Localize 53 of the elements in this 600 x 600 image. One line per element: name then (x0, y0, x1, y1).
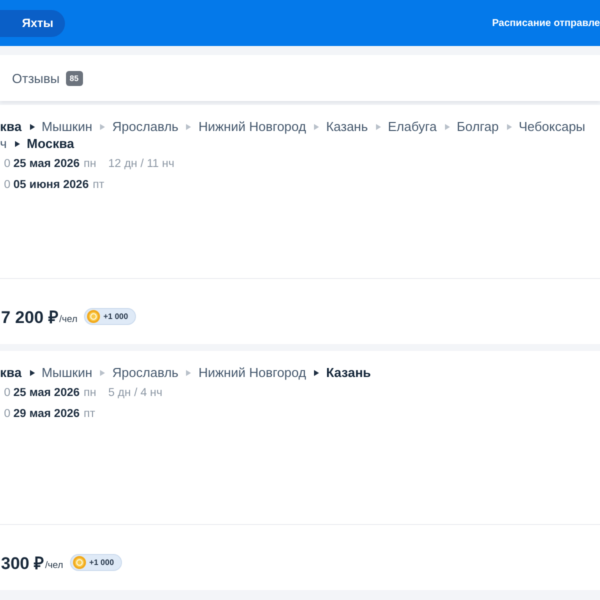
route-stop: ква (0, 119, 22, 134)
reviews-tab[interactable]: Отзывы 85 (0, 70, 83, 86)
weekday-text: пт (84, 408, 96, 420)
price-text: 300 ₽ (1, 553, 44, 574)
duration-text: 12 дн / 11 нч (108, 158, 174, 170)
count-badge: 85 (66, 70, 83, 86)
coin-icon (73, 556, 86, 569)
date-text: 25 мая 2026 (13, 387, 80, 399)
route-stop: Мышкин (42, 119, 92, 134)
bonus-points-text: +1 000 (89, 558, 114, 567)
unit-text: /чел (59, 313, 78, 325)
date-text: 25 мая 2026 (13, 158, 80, 170)
route-stop: Чебоксары (518, 119, 586, 134)
route-stop: Москва (26, 136, 74, 151)
triangle-icon (314, 124, 320, 130)
route-stop: Мышкин (42, 365, 92, 380)
route-stop: ква (0, 365, 22, 380)
route-stop: Ярославль (112, 365, 178, 380)
triangle-icon (376, 124, 381, 130)
duration-text: 5 дн / 4 нч (108, 387, 162, 399)
date-text: 29 мая 2026 (13, 408, 80, 420)
triangle-icon (30, 124, 35, 130)
route-stop: Ярославль (112, 119, 178, 134)
weekday-text: пн (84, 387, 96, 399)
date-text: 05 июня 2026 (13, 179, 89, 191)
triangle-icon (314, 370, 320, 376)
route-stop: ч (0, 136, 7, 151)
route-stop: Нижний Новгород (198, 119, 306, 134)
bonus-points-text: +1 000 (103, 312, 128, 321)
triangle-icon (186, 370, 192, 376)
route-stop: Елабуга (388, 119, 437, 134)
triangle-icon (100, 370, 106, 376)
route-stop: Казань (326, 119, 368, 134)
coin-icon (87, 310, 100, 323)
price-text: 7 200 ₽ (1, 307, 58, 328)
triangle-icon (186, 124, 192, 130)
schedule-link[interactable]: Расписание отправле (492, 18, 600, 28)
route-stop: Казань (326, 365, 371, 380)
time-text: 0 (4, 179, 10, 191)
weekday-text: пт (92, 179, 104, 191)
route-stop: Нижний Новгород (198, 365, 306, 380)
triangle-icon (506, 124, 512, 130)
route-stop: Болгар (456, 119, 499, 134)
weekday-text: пн (84, 158, 96, 170)
triangle-icon (14, 140, 20, 146)
nav-tab[interactable]: Яхты (0, 10, 66, 36)
time-text: 0 (4, 387, 10, 399)
time-text: 0 (4, 158, 10, 170)
time-text: 0 (4, 408, 10, 420)
unit-text: /чел (45, 559, 64, 571)
triangle-icon (444, 124, 450, 130)
triangle-icon (100, 124, 106, 130)
triangle-icon (30, 370, 35, 376)
